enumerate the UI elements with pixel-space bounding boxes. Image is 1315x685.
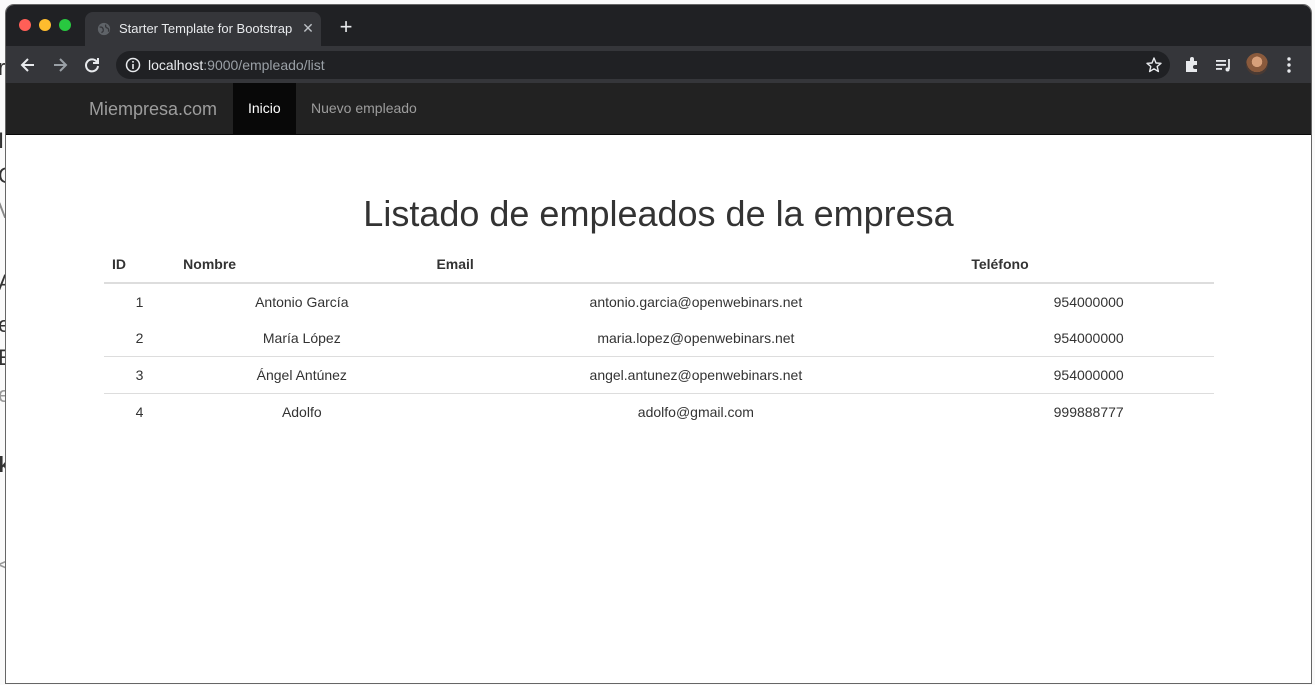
cell-telefono: 954000000 (1053, 294, 1124, 310)
url-host: localhost (148, 57, 204, 73)
browser-titlebar: Starter Template for Bootstrap ✕ + (6, 5, 1311, 46)
employees-table: ID Nombre Email Teléfono 1 Antonio Garcí… (104, 245, 1214, 430)
browser-toolbar: localhost:9000/empleado/list (6, 46, 1311, 83)
tab-title: Starter Template for Bootstrap (119, 21, 293, 36)
desktop-text-fragment: r (0, 55, 6, 80)
cell-nombre: Antonio García (255, 294, 349, 310)
page-title: Listado de empleados de la empresa (363, 193, 954, 234)
cell-nombre: Adolfo (175, 393, 429, 430)
cell-telefono: 954000000 (1053, 330, 1124, 346)
window-minimize-button[interactable] (39, 19, 51, 31)
site-navbar: Miempresa.com Inicio Nuevo empleado (6, 83, 1311, 135)
cell-nombre: María López (262, 330, 341, 346)
new-tab-button[interactable]: + (336, 16, 356, 38)
cell-id: 3 (104, 356, 176, 394)
nav-item-inicio[interactable]: Inicio (233, 83, 296, 134)
cell-nombre: Ángel Antúnez (175, 356, 429, 394)
cell-id: 1 (135, 294, 144, 310)
extensions-puzzle-icon[interactable] (1182, 55, 1202, 75)
desktop-text-fragment: I (0, 128, 5, 153)
browser-window: Starter Template for Bootstrap ✕ + local… (6, 5, 1311, 683)
column-header-email: Email (428, 245, 964, 284)
main-content: Listado de empleados de la empresa ID No… (6, 135, 1311, 683)
cell-id: 2 (135, 330, 144, 346)
window-maximize-button[interactable] (59, 19, 71, 31)
globe-icon (97, 22, 111, 36)
table-row: 1 Antonio García antonio.garcia@openwebi… (104, 283, 1214, 320)
cell-email: adolfo@gmail.com (428, 393, 964, 430)
nav-item-nuevo-empleado[interactable]: Nuevo empleado (296, 83, 432, 134)
column-header-id: ID (104, 245, 176, 284)
table-row: 3 Ángel Antúnez angel.antunez@openwebina… (104, 356, 1214, 394)
forward-arrow-icon[interactable] (50, 55, 70, 75)
url-text[interactable]: localhost:9000/empleado/list (148, 57, 325, 73)
table-row: 4 Adolfo adolfo@gmail.com 999888777 (104, 393, 1214, 430)
bookmark-star-icon[interactable] (1145, 56, 1163, 74)
browser-tab[interactable]: Starter Template for Bootstrap ✕ (85, 12, 321, 46)
profile-avatar[interactable] (1246, 53, 1268, 75)
back-arrow-icon[interactable] (18, 55, 38, 75)
navbar-brand[interactable]: Miempresa.com (89, 99, 217, 120)
cell-telefono: 954000000 (963, 356, 1214, 394)
column-header-nombre: Nombre (175, 245, 429, 284)
reload-icon[interactable] (82, 55, 102, 75)
window-close-button[interactable] (19, 19, 31, 31)
cell-id: 4 (104, 393, 176, 430)
table-header-row: ID Nombre Email Teléfono (104, 245, 1214, 284)
url-path: :9000/empleado/list (203, 57, 325, 73)
cell-telefono: 999888777 (963, 393, 1214, 430)
column-header-telefono: Teléfono (963, 245, 1214, 284)
cell-email: maria.lopez@openwebinars.net (597, 330, 795, 346)
address-bar[interactable]: localhost:9000/empleado/list (116, 51, 1170, 79)
tab-close-icon[interactable]: ✕ (300, 20, 316, 36)
cell-email: antonio.garcia@openwebinars.net (589, 294, 803, 310)
media-queue-icon[interactable] (1214, 55, 1234, 75)
cell-email: angel.antunez@openwebinars.net (428, 356, 964, 394)
more-menu-icon[interactable] (1279, 55, 1299, 75)
table-row: 2 María López maria.lopez@openwebinars.n… (104, 320, 1214, 357)
info-icon[interactable] (125, 57, 141, 73)
